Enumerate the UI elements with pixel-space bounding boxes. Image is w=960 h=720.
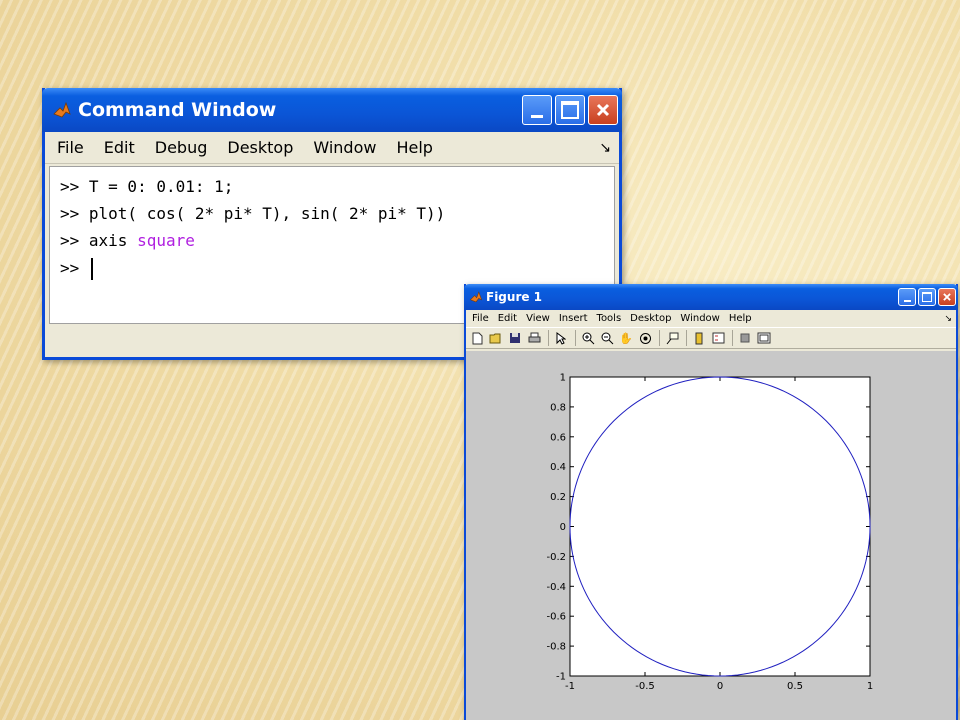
pointer-icon[interactable] [554, 331, 568, 345]
close-button[interactable] [588, 95, 618, 125]
close-icon [596, 103, 610, 117]
menu-desktop[interactable]: Desktop [227, 138, 293, 157]
command-line: >> axis square [60, 231, 614, 258]
maximize-button[interactable] [918, 288, 936, 306]
command-text: plot( cos( 2* pi* T), sin( 2* pi* T)) [79, 204, 446, 223]
y-tick-label: 0.6 [550, 432, 566, 443]
menu-desktop[interactable]: Desktop [630, 313, 671, 324]
toolbar-separator [548, 330, 549, 346]
figure-window-titlebar[interactable]: Figure 1 [464, 284, 958, 310]
prompt: >> [60, 204, 80, 223]
close-icon [943, 293, 951, 301]
y-tick-label: 0.2 [550, 492, 566, 503]
plot-axes[interactable]: -1 -0.5 0 0.5 1 -1 -0.8 -0.6 -0.4 -0.2 0 0.2 0.4 0.6 0… [466, 351, 956, 720]
data-cursor-icon[interactable] [665, 331, 679, 345]
command-window-menubar: File Edit Debug Desktop Window Help ↘ [45, 132, 619, 164]
command-window-title: Command Window [78, 99, 277, 121]
close-button[interactable] [938, 288, 956, 306]
menu-file[interactable]: File [57, 138, 84, 157]
menu-insert[interactable]: Insert [559, 313, 588, 324]
toolbar-separator [659, 330, 660, 346]
command-line: >> plot( cos( 2* pi* T), sin( 2* pi* T)) [60, 204, 614, 231]
command-line-active[interactable]: >> [60, 258, 614, 285]
prompt: >> [60, 231, 80, 250]
figure-toolbar: ✋ [466, 327, 956, 349]
menu-tools[interactable]: Tools [597, 313, 622, 324]
colorbar-icon[interactable] [692, 331, 706, 345]
y-tick-label: -0.4 [546, 582, 566, 593]
open-folder-icon[interactable] [489, 331, 503, 345]
menu-debug[interactable]: Debug [155, 138, 208, 157]
undock-arrow-icon[interactable]: ↘ [944, 314, 952, 324]
figure-window-title: Figure 1 [486, 290, 543, 304]
menu-window[interactable]: Window [313, 138, 376, 157]
command-text: T = 0: 0.01: 1; [79, 177, 234, 196]
rotate-icon[interactable] [638, 331, 652, 345]
menu-help[interactable]: Help [729, 313, 752, 324]
toolbar-separator [686, 330, 687, 346]
text-cursor [90, 258, 93, 280]
new-file-icon[interactable] [470, 331, 484, 345]
undock-arrow-icon[interactable]: ↘ [599, 140, 611, 156]
y-tick-label: 0.4 [550, 462, 566, 473]
prompt: >> [60, 177, 80, 196]
menu-file[interactable]: File [472, 313, 489, 324]
toolbar-separator [732, 330, 733, 346]
save-icon[interactable] [508, 331, 522, 345]
minimize-button[interactable] [522, 95, 552, 125]
y-tick-label: -0.6 [546, 612, 566, 623]
figure-menubar: File Edit View Insert Tools Desktop Wind… [466, 310, 956, 327]
zoom-in-icon[interactable] [581, 331, 595, 345]
command-text: axis [79, 231, 138, 250]
command-line: >> T = 0: 0.01: 1; [60, 177, 614, 204]
command-keyword: square [137, 231, 195, 250]
matlab-logo-icon [53, 101, 71, 118]
show-plot-tools-icon[interactable] [757, 331, 771, 345]
figure-window: Figure 1 File Edit View Insert Tools Des… [464, 284, 958, 720]
menu-edit[interactable]: Edit [104, 138, 135, 157]
prompt: >> [60, 258, 80, 278]
x-tick-label: 0.5 [787, 681, 803, 692]
minimize-button[interactable] [898, 288, 916, 306]
legend-icon[interactable] [711, 331, 725, 345]
x-tick-label: -0.5 [635, 681, 655, 692]
y-tick-label: -0.2 [546, 552, 566, 563]
minimize-icon [903, 299, 911, 302]
y-tick-label: 0.8 [550, 402, 566, 413]
figure-canvas[interactable]: -1 -0.5 0 0.5 1 -1 -0.8 -0.6 -0.4 -0.2 0 0.2 0.4 0.6 0… [466, 351, 956, 720]
zoom-out-icon[interactable] [600, 331, 614, 345]
menu-edit[interactable]: Edit [498, 313, 517, 324]
command-text [79, 259, 89, 278]
toolbar-separator [575, 330, 576, 346]
x-tick-label: 0 [717, 681, 723, 692]
menu-help[interactable]: Help [396, 138, 432, 157]
hide-plot-tools-icon[interactable] [738, 331, 752, 345]
maximize-icon [561, 101, 579, 119]
minimize-icon [531, 114, 543, 118]
command-window-titlebar[interactable]: Command Window [42, 88, 622, 132]
menu-window[interactable]: Window [680, 313, 719, 324]
y-tick-label: -0.8 [546, 642, 566, 653]
x-tick-label: -1 [565, 681, 575, 692]
matlab-logo-icon [469, 291, 483, 303]
pan-hand-icon[interactable]: ✋ [619, 331, 633, 345]
maximize-button[interactable] [555, 95, 585, 125]
menu-view[interactable]: View [526, 313, 550, 324]
maximize-icon [922, 292, 932, 302]
y-tick-label: -1 [556, 672, 566, 683]
x-tick-label: 1 [867, 681, 873, 692]
y-tick-label: 0 [560, 522, 566, 533]
axes-box [569, 376, 871, 677]
y-tick-label: 1 [560, 373, 566, 384]
print-icon[interactable] [527, 331, 541, 345]
